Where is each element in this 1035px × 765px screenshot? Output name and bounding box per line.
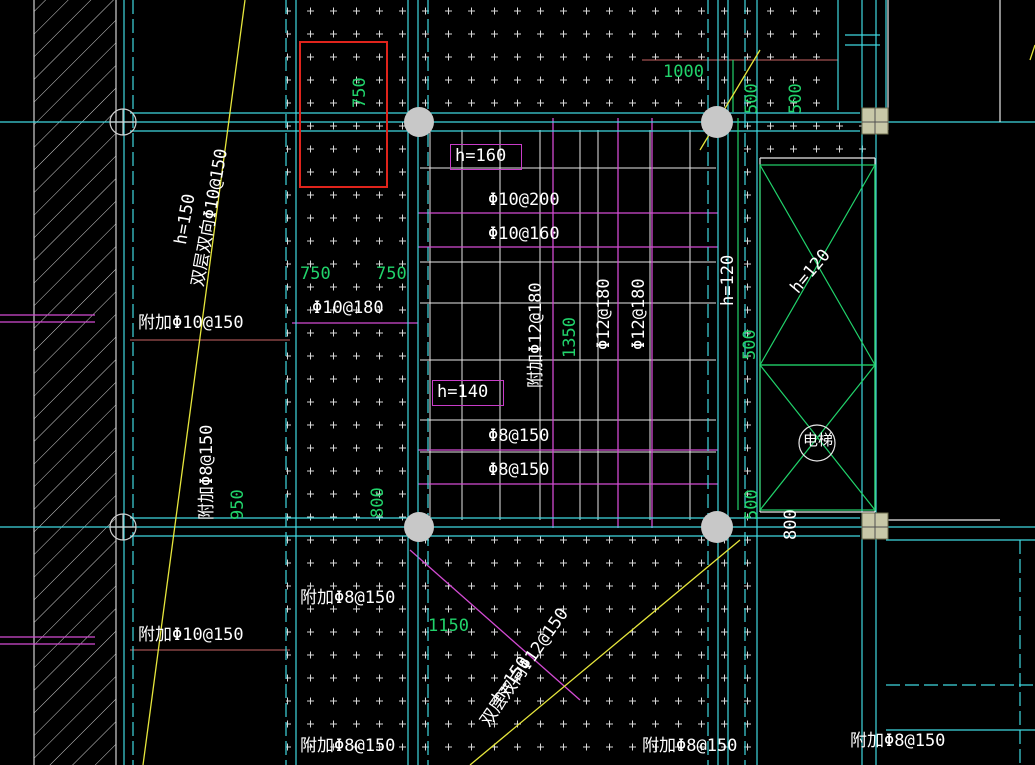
rebar-label[interactable]: 附加Φ10@150 [138, 627, 244, 644]
dimension-label[interactable]: 750 [376, 266, 407, 283]
elevator-label[interactable]: 电梯 [803, 433, 833, 448]
slab-fill-top [418, 0, 718, 118]
cad-drawing-canvas[interactable] [0, 0, 1035, 765]
dimension-label[interactable]: 750 [300, 266, 331, 283]
thickness-label: h=160 [455, 146, 507, 166]
rebar-label[interactable]: Φ10@200 [488, 192, 560, 209]
dimension-label[interactable]: 800 [781, 509, 801, 540]
rebar-label[interactable]: 附加Φ8@150 [197, 425, 217, 520]
dimension-label[interactable]: 1000 [663, 64, 704, 81]
wall-hatch [34, 0, 116, 765]
thickness-label[interactable]: h=120 [718, 255, 738, 306]
rebar-label[interactable]: Φ12@180 [629, 278, 649, 350]
dimension-label[interactable]: 750 [350, 77, 370, 108]
slab-fill-right-top [718, 0, 828, 118]
dimension-label[interactable]: 500 [742, 489, 762, 520]
thickness-box-140[interactable]: h=140 [432, 380, 504, 406]
rebar-label[interactable]: Φ12@180 [594, 278, 614, 350]
column-round [404, 107, 434, 137]
rebar-label[interactable]: Φ10@180 [312, 300, 384, 317]
dimension-label[interactable]: 800 [368, 487, 388, 518]
rebar-label[interactable]: Φ8@150 [488, 462, 549, 479]
rebar-label[interactable]: 附加Φ8@150 [850, 733, 945, 750]
dimension-label[interactable]: 500 [786, 83, 806, 114]
thickness-label: h=140 [437, 382, 489, 402]
thickness-box-160[interactable]: h=160 [450, 144, 522, 170]
rebar-label[interactable]: 附加Φ8@150 [300, 738, 395, 755]
rebar-label[interactable]: 附加Φ12@180 [526, 282, 546, 388]
rebar-label[interactable]: Φ8@150 [488, 428, 549, 445]
dimension-label[interactable]: 1350 [560, 317, 580, 358]
rebar-label[interactable]: 附加Φ8@150 [642, 738, 737, 755]
dimension-label[interactable]: 500 [740, 329, 760, 360]
dimension-label[interactable]: 950 [228, 489, 248, 520]
rebar-label[interactable]: Φ10@160 [488, 226, 560, 243]
rebar-label[interactable]: 附加Φ10@150 [138, 315, 244, 332]
dimension-label[interactable]: 500 [742, 83, 762, 114]
rebar-label[interactable]: 附加Φ8@150 [300, 590, 395, 607]
selection-rectangle[interactable] [299, 41, 388, 188]
dimension-label[interactable]: 1150 [428, 618, 469, 635]
